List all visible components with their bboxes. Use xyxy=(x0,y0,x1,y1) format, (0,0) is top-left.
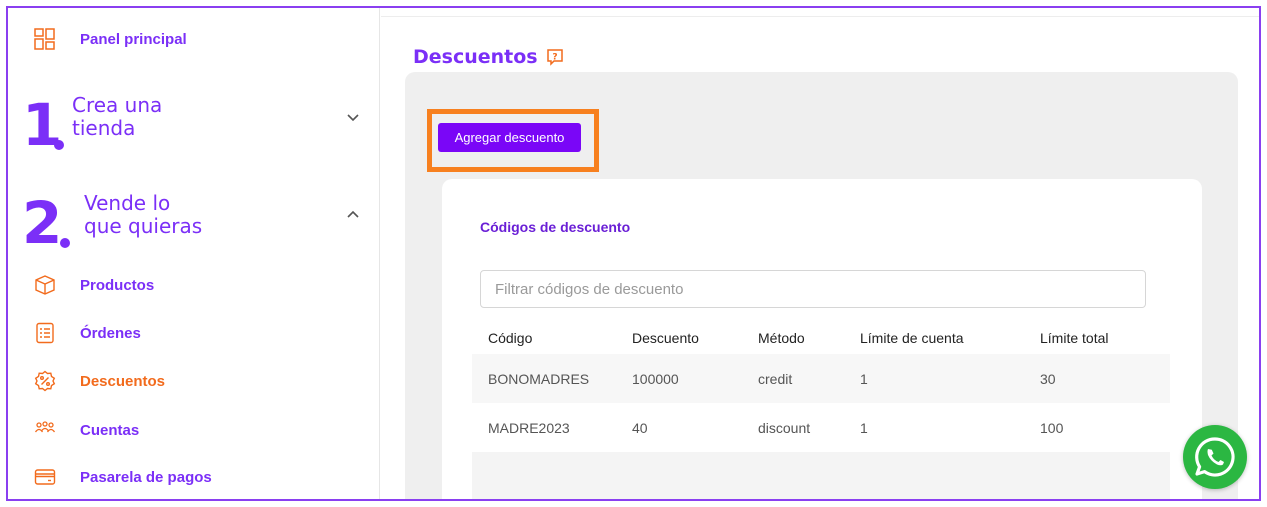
table-row[interactable]: BONOMADRES 100000 credit 1 30 xyxy=(472,354,1170,403)
sidebar-item-productos[interactable]: Productos xyxy=(34,274,154,296)
page-title-text: Descuentos xyxy=(413,46,538,68)
sidebar-item-cuentas[interactable]: Cuentas xyxy=(34,419,139,441)
column-header[interactable]: Límite total xyxy=(1040,330,1170,346)
table-cell: credit xyxy=(758,370,793,387)
table-cell: BONOMADRES xyxy=(488,370,590,387)
filter-discount-codes-input[interactable] xyxy=(480,270,1146,308)
chevron-up-icon[interactable] xyxy=(346,208,360,222)
discount-codes-table: Código Descuento Método Límite de cuenta… xyxy=(472,322,1170,499)
discounts-panel: Agregar descuento Códigos de descuento C… xyxy=(405,72,1238,499)
step-text: Vende lo que quieras xyxy=(84,192,202,238)
step-line-1: Vende lo xyxy=(84,191,171,215)
sidebar-item-label: Panel principal xyxy=(80,30,187,48)
table-cell: discount xyxy=(758,419,811,436)
add-discount-button[interactable]: Agregar descuento xyxy=(438,123,581,152)
step-2-vende-lo-que-quieras[interactable]: 2 Vende lo que quieras xyxy=(22,189,372,264)
chevron-down-icon[interactable] xyxy=(346,110,360,124)
table-cell: 100000 xyxy=(632,370,679,387)
discount-codes-card: Códigos de descuento Código Descuento Mé… xyxy=(442,179,1202,499)
sidebar-item-panel-principal[interactable]: Panel principal xyxy=(34,28,187,50)
box-icon xyxy=(34,274,56,296)
table-row[interactable]: MADRE2023 40 discount 1 100 xyxy=(472,403,1170,452)
percent-badge-icon xyxy=(34,370,56,392)
app-frame: Panel principal 1 Crea una tienda 2 Vend… xyxy=(6,6,1261,501)
whatsapp-icon xyxy=(1195,437,1235,477)
card-title: Códigos de descuento xyxy=(480,219,631,235)
column-header[interactable]: Descuento xyxy=(632,330,758,346)
column-header[interactable]: Límite de cuenta xyxy=(860,330,1040,346)
sidebar-item-label: Pasarela de pagos xyxy=(80,468,212,486)
step-1-crea-una-tienda[interactable]: 1 Crea una tienda xyxy=(22,94,372,166)
table-cell: 100 xyxy=(1040,419,1064,436)
step-line-2: tienda xyxy=(72,116,136,140)
step-dot xyxy=(54,140,64,150)
table-cell: MADRE2023 xyxy=(488,419,570,436)
orders-list-icon xyxy=(34,322,56,344)
page-title: Descuentos ? xyxy=(413,46,564,68)
credit-card-icon xyxy=(34,466,56,488)
dashboard-grid-icon xyxy=(34,28,56,50)
step-line-1: Crea una xyxy=(72,93,163,117)
table-cell: 1 xyxy=(860,419,868,436)
sidebar-item-label: Productos xyxy=(80,276,155,294)
sidebar: Panel principal 1 Crea una tienda 2 Vend… xyxy=(8,8,380,499)
table-cell: 1 xyxy=(860,370,868,387)
table-row-empty xyxy=(472,452,1170,499)
svg-text:?: ? xyxy=(552,53,557,63)
table-header: Código Descuento Método Límite de cuenta… xyxy=(472,322,1170,354)
main-content: Descuentos ? Agregar descuento Códigos d… xyxy=(381,8,1259,499)
sidebar-item-label: Cuentas xyxy=(80,421,140,439)
table-cell: 40 xyxy=(632,419,648,436)
sidebar-item-descuentos[interactable]: Descuentos xyxy=(34,370,165,392)
column-header[interactable]: Método xyxy=(758,330,860,346)
help-icon[interactable]: ? xyxy=(546,48,564,66)
sidebar-item-label: Órdenes xyxy=(80,324,141,342)
sidebar-item-label: Descuentos xyxy=(80,372,166,390)
table-cell: 30 xyxy=(1040,370,1056,387)
step-number: 2 xyxy=(22,189,63,257)
step-dot xyxy=(60,238,70,248)
users-icon xyxy=(34,419,56,441)
step-line-2: que quieras xyxy=(84,214,203,238)
sidebar-item-pasarela-de-pagos[interactable]: Pasarela de pagos xyxy=(34,466,212,488)
step-text: Crea una tienda xyxy=(72,94,162,140)
column-header[interactable]: Código xyxy=(472,330,632,346)
whatsapp-button[interactable] xyxy=(1183,425,1247,489)
top-divider xyxy=(381,16,1259,17)
sidebar-item-ordenes[interactable]: Órdenes xyxy=(34,322,141,344)
